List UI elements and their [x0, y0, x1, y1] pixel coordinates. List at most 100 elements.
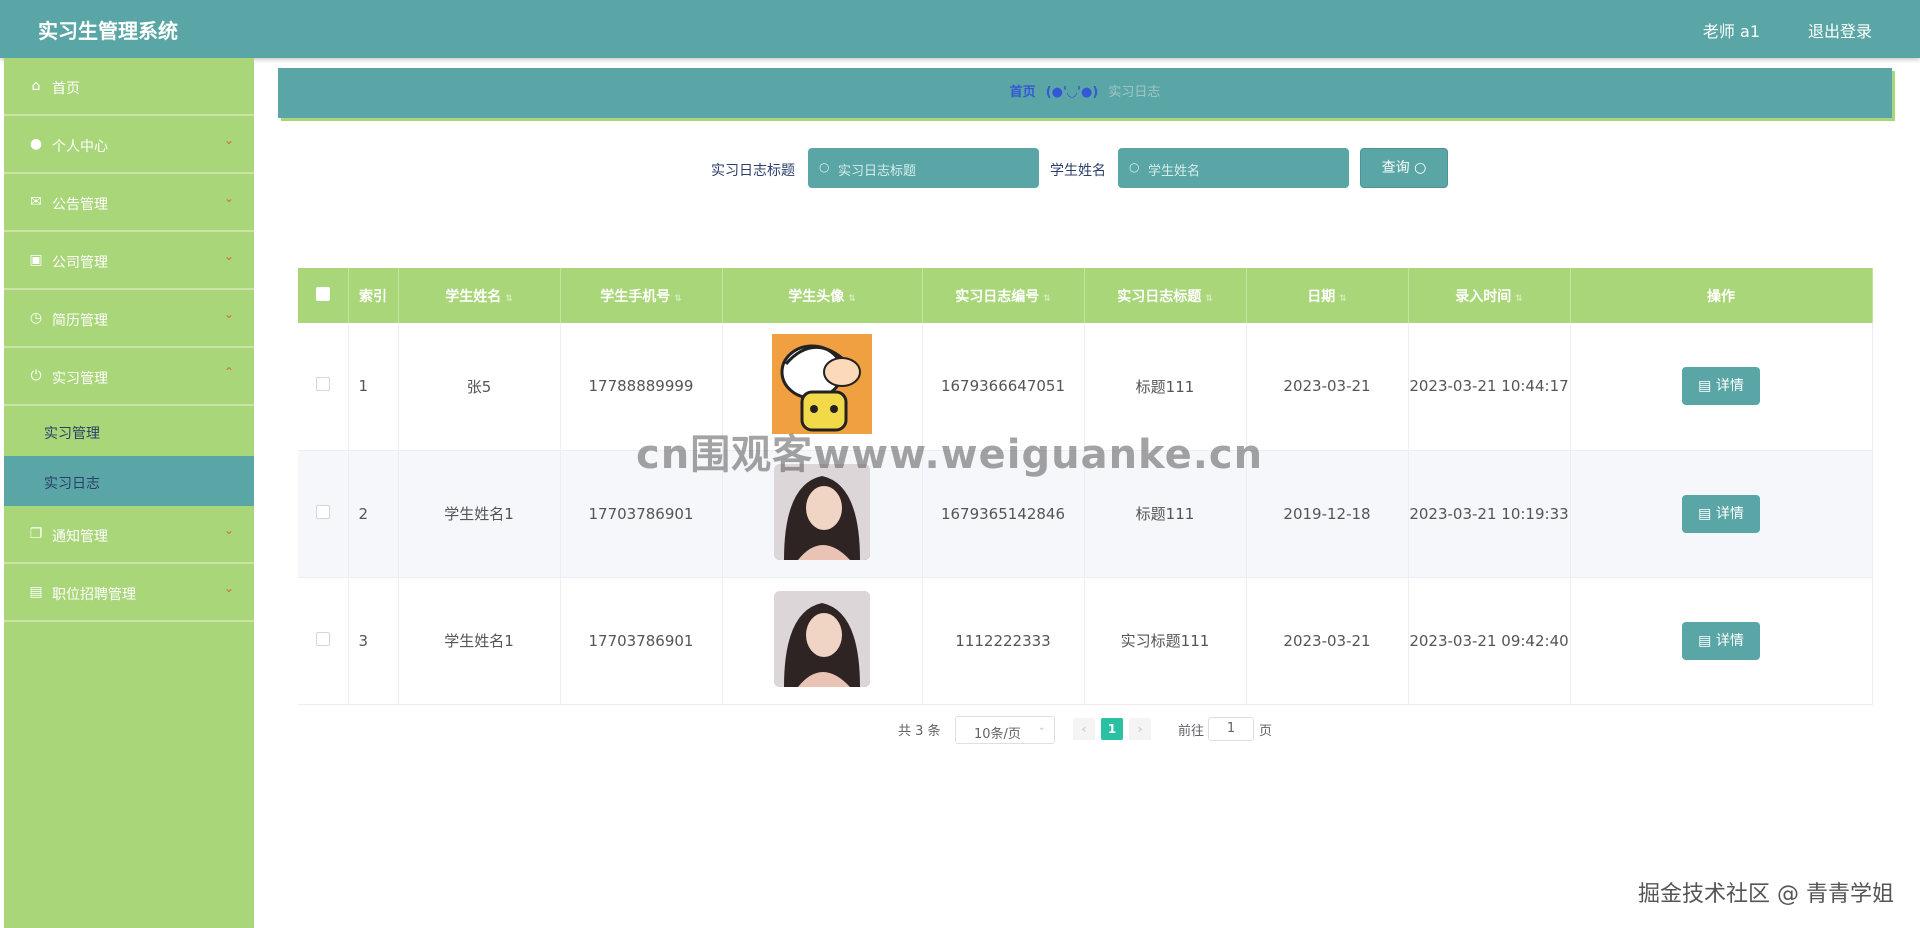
- cell-log-number: 1112222333: [922, 577, 1085, 705]
- chat-icon: ▤: [29, 584, 43, 600]
- cell-index: 2: [348, 450, 399, 578]
- cell-date: 2023-03-21: [1246, 323, 1409, 451]
- logout-button[interactable]: 退出登录: [1808, 18, 1872, 42]
- search-icon: ○: [1129, 160, 1140, 174]
- row-select-cell: [298, 323, 349, 451]
- header-label: 学生姓名: [445, 288, 502, 305]
- detail-button[interactable]: ▤ 详情: [1682, 494, 1760, 533]
- goto-label: 前往: [1178, 724, 1205, 739]
- student-name-search-input[interactable]: ○ 学生姓名: [1118, 148, 1349, 188]
- sidebar-subitem-internship-management[interactable]: 实习管理: [4, 406, 254, 456]
- sort-icon[interactable]: ⇅: [848, 294, 856, 304]
- page-number-1[interactable]: 1: [1101, 718, 1123, 740]
- sidebar-subitem-label: 实习管理: [44, 426, 100, 442]
- document-icon: ▤: [1698, 505, 1712, 522]
- search-form: 实习日志标题 ○ 实习日志标题 学生姓名 ○ 学生姓名 查询 ○: [0, 148, 1920, 188]
- sidebar-item-label: 首页: [52, 81, 80, 97]
- sidebar-item-internships[interactable]: ⏻ 实习管理 ⌃: [4, 348, 254, 406]
- photo-avatar: [774, 590, 870, 687]
- chevron-down-icon: ⌄: [223, 133, 234, 147]
- cell-actions: ▤ 详情: [1570, 323, 1873, 451]
- page-size-select[interactable]: 10条/页 ⌄: [955, 716, 1055, 744]
- column-header-avatar[interactable]: 学生头像 ⇅: [722, 268, 923, 323]
- sort-icon[interactable]: ⇅: [1205, 294, 1213, 304]
- header-label: 实习日志编号: [955, 288, 1040, 305]
- select-all-cell: [298, 268, 349, 323]
- header-label: 学生手机号: [600, 288, 671, 305]
- pagination-total: 共 3 条: [898, 724, 941, 739]
- cell-log-title: 实习标题111: [1084, 577, 1247, 705]
- next-page-button[interactable]: ›: [1129, 718, 1151, 740]
- search-icon: ○: [1414, 160, 1427, 176]
- sidebar-item-companies[interactable]: ▣ 公司管理 ⌄: [4, 232, 254, 290]
- sidebar-item-label: 职位招聘管理: [52, 587, 136, 603]
- cell-student-name: 学生姓名1: [398, 577, 561, 705]
- breadcrumb-home-link[interactable]: 首页: [1010, 85, 1036, 100]
- mail-icon: ✉: [30, 194, 42, 210]
- row-checkbox[interactable]: [315, 504, 330, 519]
- breadcrumb: 首页 (●'◡'●) 实习日志: [278, 68, 1892, 118]
- cell-index: 1: [348, 323, 399, 451]
- sidebar-item-notifications[interactable]: ❐ 通知管理 ⌄: [4, 506, 254, 564]
- query-button[interactable]: 查询 ○: [1360, 148, 1448, 188]
- column-header-student-name[interactable]: 学生姓名 ⇅: [398, 268, 561, 323]
- detail-button-label: 详情: [1715, 378, 1744, 395]
- column-header-log-title[interactable]: 实习日志标题 ⇅: [1084, 268, 1247, 323]
- student-name-placeholder: 学生姓名: [1148, 164, 1201, 179]
- row-select-cell: [298, 577, 349, 705]
- sidebar-subitem-internship-log[interactable]: 实习日志: [4, 456, 254, 506]
- pagination: 共 3 条 10条/页 ⌄ ‹ 1 › 前往 1 页: [0, 716, 1920, 746]
- column-header-date[interactable]: 日期 ⇅: [1246, 268, 1409, 323]
- sidebar-item-job-recruitment[interactable]: ▤ 职位招聘管理 ⌄: [4, 564, 254, 622]
- column-header-student-phone[interactable]: 学生手机号 ⇅: [560, 268, 723, 323]
- header-label: 实习日志标题: [1117, 288, 1202, 305]
- table-header-row: 索引 学生姓名 ⇅ 学生手机号 ⇅ 学生头像 ⇅ 实习日志编号 ⇅ 实习日志标题 ⇅ 日期…: [298, 268, 1873, 323]
- chevron-up-icon: ⌃: [223, 365, 234, 379]
- top-bar: 实习生管理系统 老师 a1 退出登录: [0, 0, 1920, 58]
- cell-student-phone: 17703786901: [560, 577, 723, 705]
- chevron-down-icon: ⌄: [223, 581, 234, 595]
- row-checkbox[interactable]: [315, 377, 330, 392]
- center-watermark: cn围观客www.weiguanke.cn: [636, 432, 1264, 478]
- sort-icon[interactable]: ⇅: [674, 294, 682, 304]
- sort-icon[interactable]: ⇅: [1515, 294, 1523, 304]
- breadcrumb-separator: (●'◡'●): [1045, 85, 1099, 100]
- breadcrumb-current: 实习日志: [1108, 85, 1161, 100]
- query-button-label: 查询: [1381, 160, 1410, 176]
- power-icon: ⏻: [30, 368, 42, 384]
- chevron-down-icon: ⌄: [1037, 722, 1046, 733]
- cell-entry-time: 2023-03-21 09:42:40: [1408, 577, 1571, 705]
- header-label: 索引: [359, 288, 387, 305]
- sidebar-item-label: 简历管理: [52, 313, 108, 329]
- app-title: 实习生管理系统: [38, 19, 178, 43]
- corner-watermark: 掘金技术社区 @ 青青学姐: [1638, 882, 1894, 907]
- sidebar-item-home[interactable]: ⌂ 首页: [4, 58, 254, 116]
- sidebar-item-label: 通知管理: [52, 529, 108, 545]
- column-header-actions: 操作: [1570, 268, 1873, 323]
- row-select-cell: [298, 450, 349, 578]
- page-suffix-label: 页: [1259, 724, 1273, 739]
- copy-icon: ❐: [29, 526, 43, 542]
- prev-page-button[interactable]: ‹: [1073, 718, 1095, 740]
- goto-page-input[interactable]: 1: [1208, 717, 1254, 741]
- sort-icon[interactable]: ⇅: [505, 294, 513, 304]
- sort-icon[interactable]: ⇅: [1043, 294, 1051, 304]
- select-all-checkbox[interactable]: [315, 286, 330, 301]
- cell-entry-time: 2023-03-21 10:19:33: [1408, 450, 1571, 578]
- sidebar-item-resumes[interactable]: ◷ 简历管理 ⌄: [4, 290, 254, 348]
- detail-button[interactable]: ▤ 详情: [1682, 367, 1760, 406]
- cell-entry-time: 2023-03-21 10:44:17: [1408, 323, 1571, 451]
- log-title-label: 实习日志标题: [711, 163, 795, 179]
- detail-button[interactable]: ▤ 详情: [1682, 621, 1760, 660]
- column-header-entry-time[interactable]: 录入时间 ⇅: [1408, 268, 1571, 323]
- header-label: 日期: [1307, 288, 1336, 305]
- cell-student-name: 张5: [398, 323, 561, 451]
- log-title-search-input[interactable]: ○ 实习日志标题: [808, 148, 1039, 188]
- header-label: 录入时间: [1455, 288, 1512, 305]
- column-header-index: 索引: [348, 268, 399, 323]
- sort-icon[interactable]: ⇅: [1339, 294, 1347, 304]
- sidebar-item-label: 公司管理: [52, 255, 108, 271]
- row-checkbox[interactable]: [315, 631, 330, 646]
- sidebar: ⌂ 首页 ● 个人中心 ⌄ ✉ 公告管理 ⌄ ▣ 公司管理 ⌄ ◷ 简历管理 ⌄…: [4, 58, 254, 928]
- column-header-log-number[interactable]: 实习日志编号 ⇅: [922, 268, 1085, 323]
